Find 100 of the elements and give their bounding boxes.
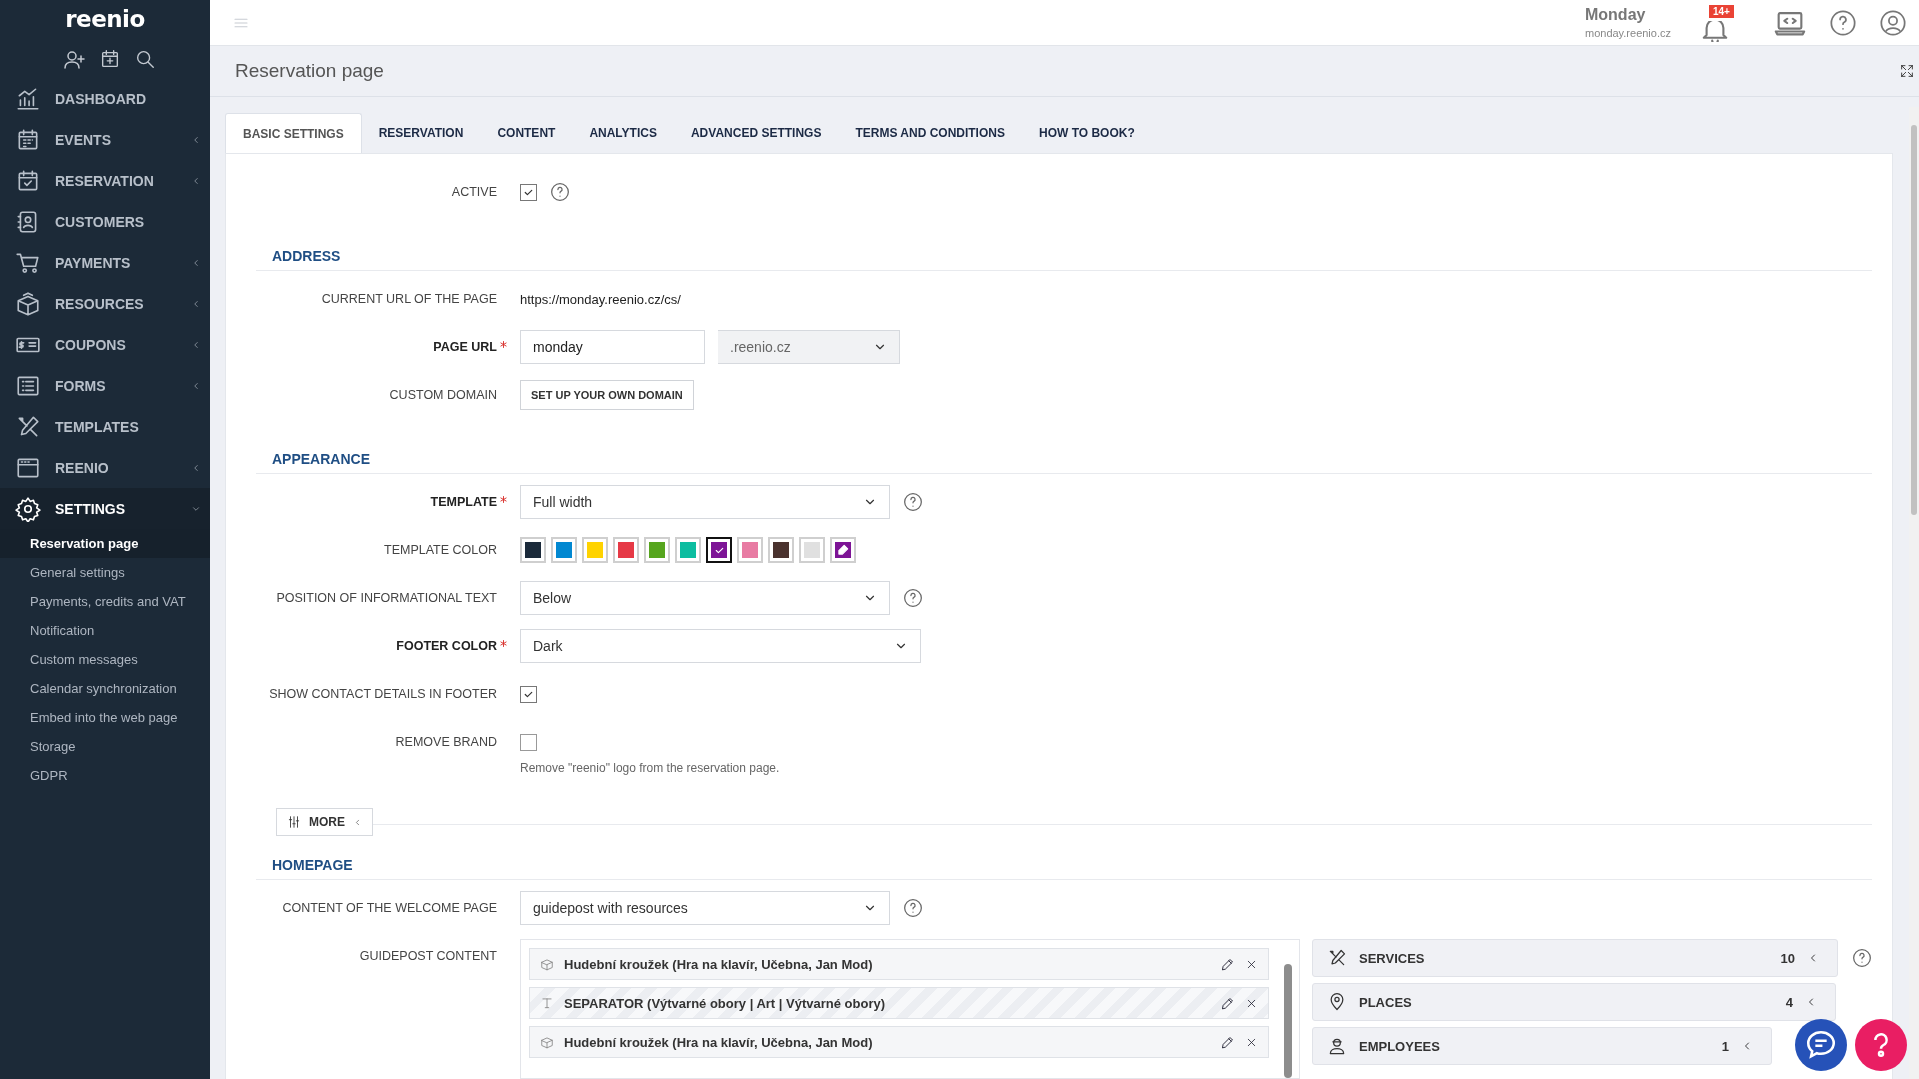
search-icon[interactable] xyxy=(134,48,156,70)
tab[interactable]: CONTENT xyxy=(480,113,573,153)
help-icon[interactable] xyxy=(1829,8,1857,37)
chat-bubble-icon xyxy=(1804,1028,1838,1062)
chevron-icon xyxy=(191,134,201,145)
field-label: CURRENT URL OF THE PAGE xyxy=(321,292,497,306)
submenu-item[interactable]: General settings xyxy=(0,558,210,587)
select-field[interactable]: Dark xyxy=(520,629,921,663)
help-icon[interactable] xyxy=(903,492,923,512)
category-bar[interactable]: EMPLOYEES 1 xyxy=(1312,1027,1772,1065)
text-input[interactable]: monday xyxy=(520,330,705,364)
tab[interactable]: ANALYTICS xyxy=(572,113,674,153)
help-icon[interactable] xyxy=(903,588,923,608)
help-icon[interactable] xyxy=(903,898,923,918)
worker-icon xyxy=(1327,1036,1347,1056)
fullscreen-icon[interactable] xyxy=(1899,63,1915,79)
select-field[interactable]: guidepost with resources xyxy=(520,891,890,925)
tools-icon xyxy=(1327,948,1347,968)
submenu-item[interactable]: Custom messages xyxy=(0,645,210,674)
tab[interactable]: TERMS AND CONDITIONS xyxy=(838,113,1022,153)
select-field[interactable]: Below xyxy=(520,581,890,615)
settings-icon xyxy=(15,495,41,522)
category-label: EMPLOYEES xyxy=(1359,1038,1441,1054)
menu-item[interactable]: EVENTS xyxy=(0,119,210,160)
menu-item[interactable]: SETTINGS xyxy=(0,488,210,529)
count-text: 10 xyxy=(1780,950,1795,966)
menu-item[interactable]: CUSTOMERS xyxy=(0,201,210,242)
field-label: CONTENT OF THE WELCOME PAGE xyxy=(282,901,497,915)
tab[interactable]: HOW TO BOOK? xyxy=(1021,113,1152,153)
menu-item[interactable]: DASHBOARD xyxy=(0,78,210,119)
tab[interactable]: BASIC SETTINGS xyxy=(225,113,362,153)
submenu-item[interactable]: Reservation page xyxy=(0,529,210,558)
guidepost-row[interactable]: SEPARATOR (Výtvarné obory | Art | Výtvarné obory) xyxy=(529,987,1269,1019)
chevron-icon xyxy=(191,257,201,268)
field-label: REMOVE BRAND xyxy=(395,735,497,749)
required-icon xyxy=(499,639,508,648)
menu-item[interactable]: COUPONS xyxy=(0,324,210,365)
field-label: POSITION OF INFORMATIONAL TEXT xyxy=(276,591,497,605)
notification-badge: 14+ xyxy=(1709,4,1734,18)
edit-icon[interactable] xyxy=(1220,1034,1235,1050)
add-event-icon[interactable] xyxy=(99,48,121,70)
submenu-item[interactable]: Embed into the web page xyxy=(0,703,210,732)
submenu-item[interactable]: Storage xyxy=(0,732,210,761)
guidepost-row[interactable]: Hudební kroužek (Hra na klavír, Učebna, Jan Mod) xyxy=(529,948,1269,980)
tab[interactable]: RESERVATION xyxy=(361,113,481,153)
field-label: CUSTOM DOMAIN xyxy=(389,388,497,402)
more-button[interactable]: MORE xyxy=(276,808,373,836)
submenu-item[interactable]: Payments, credits and VAT xyxy=(0,587,210,616)
menu-item[interactable]: PAYMENTS xyxy=(0,242,210,283)
checkbox[interactable] xyxy=(520,183,537,201)
guidepost-row[interactable]: Hudební kroužek (Hra na klavír, Učebna, Jan Mod) xyxy=(529,1026,1269,1058)
menu-item[interactable]: RESOURCES xyxy=(0,283,210,324)
tab[interactable]: ADVANCED SETTINGS xyxy=(673,113,839,153)
category-label: SERVICES xyxy=(1359,950,1426,966)
select-field[interactable]: Full width xyxy=(520,485,890,519)
section-heading: APPEARANCE xyxy=(272,451,370,467)
checkbox[interactable] xyxy=(520,685,537,703)
submenu-item[interactable]: Calendar synchronization xyxy=(0,674,210,703)
user-icon[interactable] xyxy=(1879,8,1907,37)
hint-text: Remove "reenio" logo from the reservation page. xyxy=(520,761,781,775)
domain-button[interactable]: SET UP YOUR OWN DOMAIN xyxy=(520,380,694,410)
count-text: 1 xyxy=(1721,1038,1729,1054)
help-icon[interactable] xyxy=(550,182,570,202)
checkbox[interactable] xyxy=(520,733,537,751)
category-bar[interactable]: SERVICES 10 xyxy=(1312,939,1838,977)
page-title: Reservation page xyxy=(235,60,385,82)
section-heading: ADDRESS xyxy=(272,248,341,264)
chart-icon xyxy=(15,85,41,112)
select-field[interactable]: .reenio.cz xyxy=(718,330,900,364)
menu-item[interactable]: REENIO xyxy=(0,447,210,488)
category-bar[interactable]: PLACES 4 xyxy=(1312,983,1836,1021)
eyedropper-icon xyxy=(836,543,850,557)
required-icon xyxy=(499,340,508,349)
color-swatch[interactable] xyxy=(706,537,732,563)
field-label: SHOW CONTACT DETAILS IN FOOTER xyxy=(269,687,497,701)
bell-icon[interactable] xyxy=(1701,20,1729,42)
required-icon xyxy=(499,495,508,504)
sliders-icon xyxy=(287,815,301,829)
guidepost-item-text: Hudební kroužek (Hra na klavír, Učebna, Jan Mod) xyxy=(564,1034,874,1050)
text-icon xyxy=(540,996,554,1010)
submenu-item[interactable]: GDPR xyxy=(0,761,210,790)
field-label: ACTIVE xyxy=(451,185,497,199)
submenu-item[interactable]: Notification xyxy=(0,616,210,645)
category-label: PLACES xyxy=(1359,994,1413,1010)
guidepost-item-text: Hudební kroužek (Hra na klavír, Učebna, Jan Mod) xyxy=(564,956,874,972)
box-icon xyxy=(15,290,41,317)
chevron-icon xyxy=(191,380,201,391)
help-icon[interactable] xyxy=(1852,948,1872,968)
box-icon xyxy=(540,1035,554,1049)
edit-icon[interactable] xyxy=(1220,995,1235,1011)
edit-icon[interactable] xyxy=(1220,956,1235,972)
color-picker[interactable] xyxy=(830,537,856,563)
add-user-icon[interactable] xyxy=(62,48,86,72)
menu-item[interactable]: FORMS xyxy=(0,365,210,406)
menu-item[interactable]: TEMPLATES xyxy=(0,406,210,447)
account-name: Monday xyxy=(1585,6,1647,24)
logo[interactable]: reenio xyxy=(0,0,210,36)
url-text: https://monday.reenio.cz/cs/ xyxy=(520,291,682,307)
menu-item[interactable]: RESERVATION xyxy=(0,160,210,201)
chevron-icon xyxy=(353,817,362,827)
